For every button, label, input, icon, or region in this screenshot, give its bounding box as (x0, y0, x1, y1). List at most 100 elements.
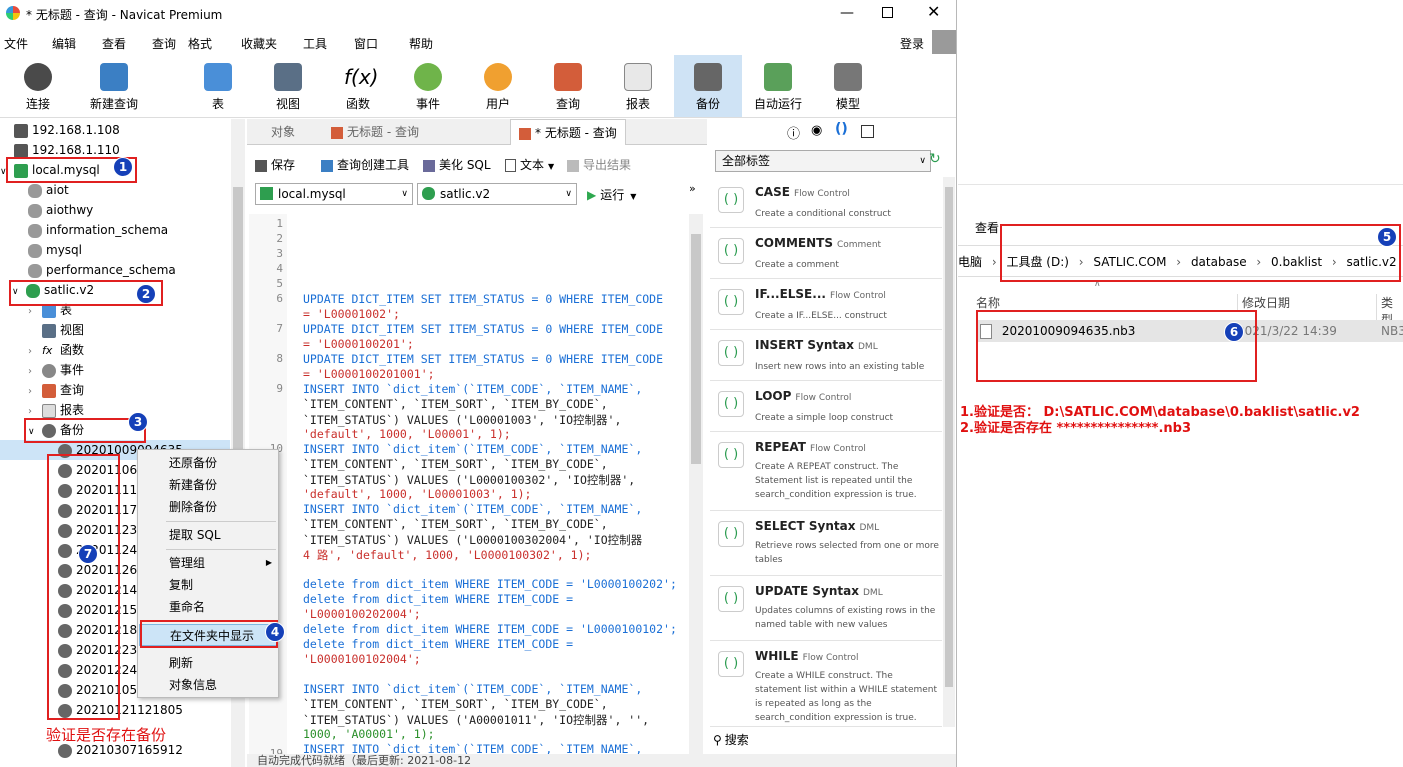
tree-db-information-schema[interactable]: information_schema (28, 220, 168, 240)
close-icon[interactable]: ✕ (927, 2, 940, 21)
menu-object-info[interactable]: 对象信息 (139, 674, 278, 696)
snippet-search[interactable]: ⚲ 搜索 (713, 731, 943, 751)
database-icon (28, 223, 42, 238)
model-button[interactable]: 模型 (814, 55, 882, 117)
tab-objects[interactable]: 对象 (263, 119, 303, 145)
automation-icon (764, 63, 792, 91)
code-line: INSERT INTO `dict_item`(`ITEM_CODE`, `IT… (303, 382, 643, 396)
beautify-sql-button[interactable]: 美化 SQL (423, 156, 491, 173)
report-button[interactable]: 报表 (604, 55, 672, 117)
info-icon[interactable]: ⓘ (787, 123, 800, 142)
tree-obj-view[interactable]: 视图 (42, 320, 84, 340)
menu-divider (166, 549, 276, 550)
editor-scroll-thumb[interactable] (691, 234, 701, 464)
menu-manage-group[interactable]: 管理组 ▶ (139, 552, 278, 574)
chevron-right-icon[interactable]: › (28, 362, 42, 382)
menu-favorites[interactable]: 收藏夹 (241, 35, 277, 52)
snippet-card[interactable]: ( ) IF...ELSE... Flow Control Create a IF..… (710, 279, 942, 330)
menu-edit[interactable]: 编辑 (52, 35, 76, 52)
view-button[interactable]: 视图 (254, 55, 322, 117)
sql-editor[interactable]: 1 2 3 4 5 6 7 8 9 10 19 UPDATE DICT_ITEM… (249, 214, 689, 767)
backup-button[interactable]: 备份 (674, 55, 742, 117)
tab-active-query[interactable]: * 无标题 - 查询 (510, 119, 626, 145)
search-icon: ⚲ (713, 733, 722, 747)
code-line: `ITEM_STATUS`) VALUES ('L00001003', 'IO控… (303, 413, 622, 427)
function-icon: f(x) (344, 65, 379, 89)
login-link[interactable]: 登录 (900, 35, 924, 52)
user-button[interactable]: 用户 (464, 55, 532, 117)
chevron-right-icon[interactable]: › (28, 342, 42, 362)
code-brace-icon[interactable]: () (835, 121, 848, 137)
text-button[interactable]: 文本 ▼ (505, 156, 554, 173)
tree-db-aiothwy[interactable]: aiothwy (28, 200, 93, 220)
query-builder-button[interactable]: 查询创建工具 (321, 156, 409, 173)
tree-db-performance-schema[interactable]: performance_schema (28, 260, 176, 280)
snippet-card[interactable]: ( ) WHILE Flow Control Create a WHILE const… (710, 641, 942, 727)
menu-extract-sql[interactable]: 提取 SQL (139, 524, 278, 546)
code-line: = 'L0000100201'; (303, 337, 414, 351)
annotation-box (976, 310, 1257, 382)
menu-restore-backup[interactable]: 还原备份 (139, 452, 278, 474)
menu-copy[interactable]: 复制 (139, 574, 278, 596)
snippet-card[interactable]: ( ) SELECT Syntax DML Retrieve rows selecte… (710, 511, 942, 576)
connect-button[interactable]: 连接 (4, 55, 72, 117)
ribbon-tab-view[interactable]: 查看 (975, 219, 999, 236)
menu-query[interactable]: 查询 (152, 35, 176, 52)
database-select[interactable]: satlic.v2 ∨ (417, 183, 577, 205)
table-button[interactable]: 表 (184, 55, 252, 117)
menu-tools[interactable]: 工具 (303, 35, 327, 52)
code-line: delete from dict_item WHERE ITEM_CODE = (303, 592, 574, 606)
menu-rename[interactable]: 重命名 (139, 596, 278, 618)
menu-window[interactable]: 窗口 (354, 35, 378, 52)
snippet-card[interactable]: ( ) CASE Flow Control Create a conditional … (710, 177, 942, 228)
tree-db-aiot[interactable]: aiot (28, 180, 69, 200)
table-icon (204, 63, 232, 91)
export-results-button[interactable]: 导出结果 (567, 156, 631, 173)
tree-obj-report[interactable]: › 报表 (28, 400, 84, 420)
eye-icon[interactable]: ◉ (811, 123, 822, 138)
menu-delete-backup[interactable]: 删除备份 (139, 496, 278, 518)
col-date-header[interactable]: 修改日期 (1237, 294, 1290, 311)
add-snippet-icon[interactable]: ↻ (929, 151, 941, 167)
event-button[interactable]: 事件 (394, 55, 462, 117)
automation-button[interactable]: 自动运行 (744, 55, 812, 117)
editor-scrollbar[interactable] (689, 214, 703, 754)
connection-select[interactable]: local.mysql ∨ (255, 183, 413, 205)
code-line: INSERT INTO `dict_item`(`ITEM_CODE`, `IT… (303, 442, 643, 456)
code-line: INSERT INTO `dict_item`(`ITEM_CODE`, `IT… (303, 682, 643, 696)
tree-obj-event[interactable]: › 事件 (28, 360, 84, 380)
new-query-button[interactable]: 新建查询 (80, 55, 148, 117)
snippet-card[interactable]: ( ) LOOP Flow Control Create a simple loop … (710, 381, 942, 432)
function-button[interactable]: f(x) 函数 (324, 55, 392, 117)
query-button[interactable]: 查询 (534, 55, 602, 117)
maximize-icon[interactable] (882, 7, 893, 18)
tree-obj-function[interactable]: › fx 函数 (28, 340, 84, 360)
snippet-card[interactable]: ( ) INSERT Syntax DML Insert new rows into … (710, 330, 942, 381)
layout-icon[interactable] (861, 125, 874, 138)
run-button[interactable]: ▶ 运行 ▼ (587, 186, 636, 203)
menu-view[interactable]: 查看 (102, 35, 126, 52)
tree-conn-108[interactable]: 192.168.1.108 (14, 120, 120, 140)
menu-refresh[interactable]: 刷新 (139, 652, 278, 674)
avatar[interactable] (932, 30, 956, 54)
save-button[interactable]: 保存 (255, 156, 295, 173)
chevron-right-icon[interactable]: › (28, 382, 42, 402)
tag-filter-select[interactable]: 全部标签 ∨ (715, 150, 931, 172)
tree-db-mysql[interactable]: mysql (28, 240, 82, 260)
col-name-header[interactable]: 名称 (976, 294, 1000, 311)
menu-help[interactable]: 帮助 (409, 35, 433, 52)
snippet-icon: ( ) (718, 521, 744, 547)
tab-untitled-query[interactable]: 无标题 - 查询 (323, 119, 427, 145)
menu-file[interactable]: 文件 (4, 35, 28, 52)
menu-new-backup[interactable]: 新建备份 (139, 474, 278, 496)
menu-format[interactable]: 格式 (188, 35, 212, 52)
snippet-scroll-thumb[interactable] (945, 187, 953, 687)
tree-obj-query[interactable]: › 查询 (28, 380, 84, 400)
annotation-box (140, 620, 278, 648)
snippet-scrollbar[interactable] (943, 177, 955, 727)
snippet-card[interactable]: ( ) REPEAT Flow Control Create A REPEAT con… (710, 432, 942, 511)
snippet-card[interactable]: ( ) UPDATE Syntax DML Updates columns of ex… (710, 576, 942, 641)
snippet-card[interactable]: ( ) COMMENTS Comment Create a comment (710, 228, 942, 279)
minimize-icon[interactable]: — (840, 5, 854, 21)
overflow-chevron-icon[interactable]: » (689, 182, 696, 195)
